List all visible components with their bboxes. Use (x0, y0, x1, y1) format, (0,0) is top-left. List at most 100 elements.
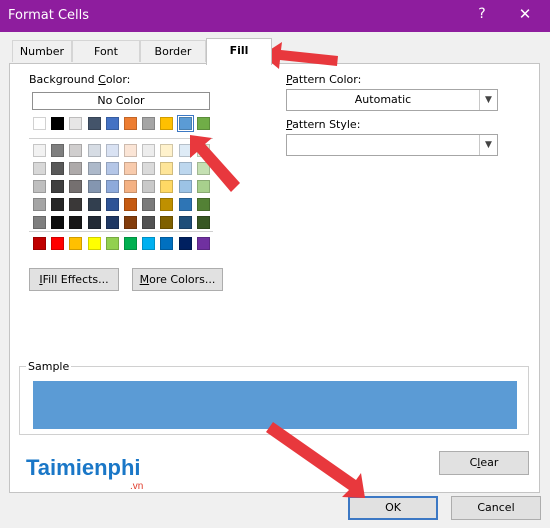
no-color-button[interactable]: No Color (32, 92, 210, 110)
tab-fill-label: Fill (229, 44, 249, 57)
theme-shade-swatch[interactable] (124, 144, 137, 157)
theme-shade-swatch[interactable] (87, 162, 101, 175)
theme-color-swatch[interactable] (105, 117, 119, 130)
theme-shade-swatch[interactable] (87, 216, 101, 229)
theme-shade-swatch[interactable] (124, 162, 137, 175)
pattern-style-value (287, 135, 479, 155)
standard-color-swatch[interactable] (69, 237, 83, 250)
theme-shade-swatch[interactable] (69, 180, 83, 193)
theme-shade-swatch[interactable] (87, 198, 101, 211)
tab-font[interactable]: Font (72, 40, 140, 62)
theme-shade-swatch[interactable] (178, 198, 192, 211)
close-icon[interactable]: ✕ (515, 5, 535, 23)
cancel-button[interactable]: Cancel (451, 496, 541, 520)
theme-shade-swatch[interactable] (33, 180, 46, 193)
standard-color-swatch[interactable] (160, 237, 174, 250)
theme-shade-swatch[interactable] (142, 180, 156, 193)
tab-fill[interactable]: Fill (206, 38, 272, 65)
theme-shade-swatch[interactable] (87, 180, 101, 193)
theme-shade-swatch[interactable] (124, 216, 137, 229)
theme-shade-swatch[interactable] (160, 144, 174, 157)
theme-shade-swatch[interactable] (105, 198, 119, 211)
theme-shade-swatch[interactable] (178, 216, 192, 229)
theme-shade-swatch[interactable] (33, 144, 46, 157)
theme-shade-swatch[interactable] (33, 162, 46, 175)
theme-shade-swatch[interactable] (87, 144, 101, 157)
window-title: Format Cells (8, 8, 90, 23)
theme-shade-swatch[interactable] (142, 216, 156, 229)
theme-color-swatch[interactable] (160, 117, 174, 130)
theme-color-swatch[interactable] (51, 117, 65, 130)
theme-shade-swatch[interactable] (160, 198, 174, 211)
theme-shade-swatch[interactable] (51, 198, 65, 211)
theme-color-swatch[interactable] (142, 117, 156, 130)
theme-shade-swatch[interactable] (51, 216, 65, 229)
theme-shade-swatch[interactable] (51, 162, 65, 175)
theme-shade-swatch[interactable] (160, 162, 174, 175)
theme-color-swatch[interactable] (69, 117, 83, 130)
standard-color-swatch[interactable] (87, 237, 101, 250)
theme-shade-swatch[interactable] (178, 144, 192, 157)
theme-shade-swatch[interactable] (69, 198, 83, 211)
theme-shade-swatch[interactable] (69, 216, 83, 229)
theme-shade-swatch[interactable] (105, 144, 119, 157)
theme-shade-swatch[interactable] (105, 162, 119, 175)
theme-shade-swatch[interactable] (142, 198, 156, 211)
theme-color-swatch[interactable] (176, 115, 194, 132)
theme-shade-swatch[interactable] (142, 144, 156, 157)
standard-color-swatch[interactable] (142, 237, 156, 250)
sample-preview (33, 381, 517, 429)
theme-shade-swatch[interactable] (178, 180, 192, 193)
theme-shade-swatch[interactable] (178, 162, 192, 175)
standard-color-swatch[interactable] (33, 237, 46, 250)
title-bar: Format Cells ? ✕ (0, 0, 550, 32)
theme-shade-swatch[interactable] (105, 216, 119, 229)
theme-shade-swatch[interactable] (142, 162, 156, 175)
theme-shade-swatch[interactable] (196, 162, 210, 175)
background-color-label: Background Color: (29, 73, 131, 86)
standard-color-swatch[interactable] (51, 237, 65, 250)
tab-border-label: Border (154, 45, 192, 58)
clear-button[interactable]: Clear (439, 451, 529, 475)
theme-color-swatch[interactable] (33, 117, 46, 130)
palette-separator (29, 138, 213, 139)
theme-shade-swatch[interactable] (124, 180, 137, 193)
pattern-style-label: Pattern Style: (286, 118, 361, 131)
theme-shade-swatch[interactable] (69, 162, 83, 175)
theme-shade-swatch[interactable] (124, 198, 137, 211)
watermark-text: Taimienphi (26, 455, 141, 480)
theme-shade-swatch[interactable] (69, 144, 83, 157)
chevron-down-icon[interactable]: ▼ (479, 135, 497, 155)
tab-border[interactable]: Border (140, 40, 206, 62)
standard-color-swatch[interactable] (124, 237, 137, 250)
watermark-suffix: .vn (130, 481, 144, 492)
theme-shade-swatch[interactable] (51, 180, 65, 193)
theme-shade-swatch[interactable] (160, 216, 174, 229)
theme-color-swatch[interactable] (87, 117, 101, 130)
theme-shade-swatch[interactable] (160, 180, 174, 193)
theme-shade-swatch[interactable] (196, 198, 210, 211)
theme-shade-swatch[interactable] (51, 144, 65, 157)
standard-color-swatch[interactable] (105, 237, 119, 250)
tab-number[interactable]: Number (12, 40, 72, 62)
theme-shade-swatch[interactable] (196, 216, 210, 229)
theme-shade-swatch[interactable] (196, 144, 210, 157)
fill-effects-button[interactable]: IFill Effects... (29, 268, 119, 291)
ok-button[interactable]: OK (348, 496, 438, 520)
theme-shade-swatch[interactable] (105, 180, 119, 193)
help-icon[interactable]: ? (474, 6, 490, 22)
standard-color-swatch[interactable] (178, 237, 192, 250)
tab-number-label: Number (19, 45, 65, 58)
pattern-color-dropdown[interactable]: Automatic ▼ (286, 89, 498, 111)
theme-shade-swatch[interactable] (196, 180, 210, 193)
theme-color-swatch[interactable] (196, 117, 210, 130)
chevron-down-icon[interactable]: ▼ (479, 90, 497, 110)
theme-shade-swatch[interactable] (33, 198, 46, 211)
pattern-color-value: Automatic (354, 93, 412, 106)
pattern-style-dropdown[interactable]: ▼ (286, 134, 498, 156)
tab-font-label: Font (94, 45, 118, 58)
theme-shade-swatch[interactable] (33, 216, 46, 229)
theme-color-swatch[interactable] (124, 117, 137, 130)
more-colors-button[interactable]: More Colors... (132, 268, 223, 291)
standard-color-swatch[interactable] (196, 237, 210, 250)
